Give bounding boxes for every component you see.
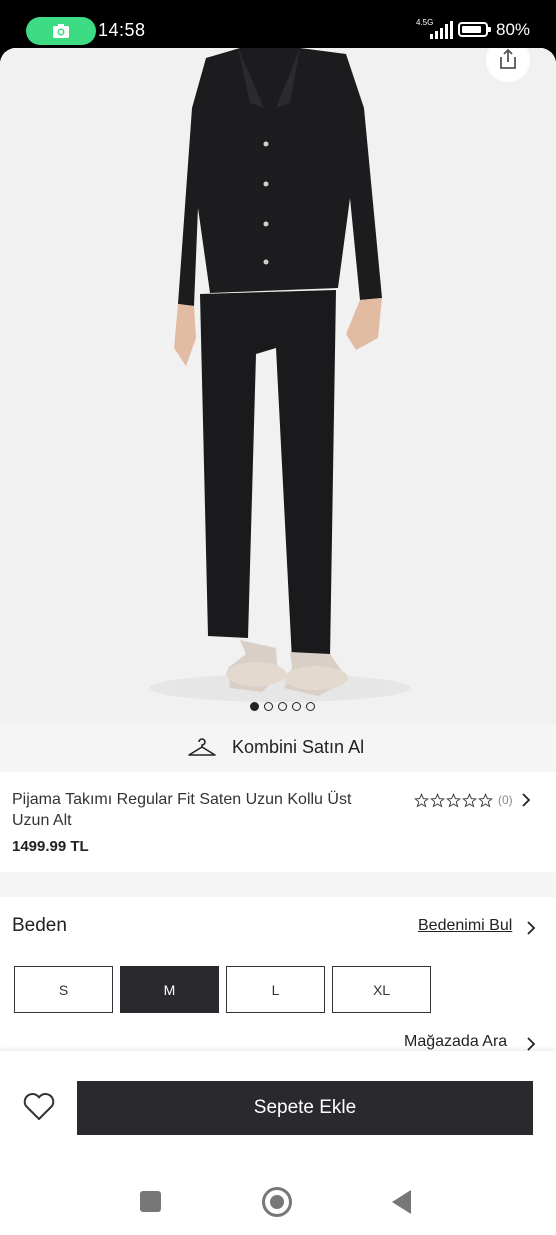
signal-icon: [430, 21, 453, 39]
product-rating[interactable]: (0): [414, 792, 531, 808]
star-icon: [446, 792, 461, 808]
chevron-right-icon: [522, 793, 530, 807]
buy-combo-label: Kombini Satın Al: [232, 737, 365, 757]
add-to-cart-button[interactable]: Sepete Ekle: [77, 1081, 533, 1135]
purchase-bar: Sepete Ekle: [0, 1051, 556, 1151]
gallery-dot[interactable]: [278, 702, 287, 711]
chevron-right-icon: [527, 921, 536, 935]
store-search-link[interactable]: Mağazada Ara: [404, 1033, 507, 1051]
gallery-dot[interactable]: [250, 702, 259, 711]
size-option-m[interactable]: M: [120, 966, 219, 1013]
size-selection-card: Beden Bedenimi Bul S M L XL Mağazada Ara: [0, 897, 556, 1057]
heart-icon: [23, 1093, 55, 1120]
product-price: 1499.99 TL: [12, 838, 89, 855]
size-option-s[interactable]: S: [14, 966, 113, 1013]
product-image: [0, 48, 556, 723]
size-option-l[interactable]: L: [226, 966, 325, 1013]
size-heading: Beden: [12, 915, 67, 936]
buy-combo-button[interactable]: Kombini Satın Al: [0, 723, 556, 773]
gallery-pagination: [250, 702, 315, 714]
recent-apps-button[interactable]: [140, 1191, 161, 1212]
system-navigation-bar: [0, 1151, 556, 1235]
status-time: 14:58: [98, 20, 146, 40]
find-my-size-link[interactable]: Bedenimi Bul: [418, 917, 512, 935]
hanger-icon: [188, 738, 216, 756]
gallery-dot[interactable]: [264, 702, 273, 711]
product-detail-screen: Kombini Satın Al Pijama Takımı Regular F…: [0, 48, 556, 1235]
product-image-gallery[interactable]: [0, 48, 556, 723]
status-bar: 14:58 4.5G 80%: [0, 0, 556, 48]
camera-icon: [53, 24, 69, 38]
star-icon: [478, 792, 493, 808]
star-icon: [430, 792, 445, 808]
battery-percent: 80%: [496, 20, 531, 39]
rating-stars: [414, 792, 493, 808]
size-option-xl[interactable]: XL: [332, 966, 431, 1013]
share-icon: [500, 48, 516, 69]
screen-recording-pill[interactable]: [26, 17, 96, 45]
review-count: (0): [498, 793, 513, 807]
chevron-right-icon: [527, 1037, 536, 1051]
back-button[interactable]: [392, 1190, 411, 1214]
gallery-dot[interactable]: [292, 702, 301, 711]
star-icon: [462, 792, 477, 808]
home-button[interactable]: [262, 1187, 292, 1217]
battery-icon: [458, 22, 491, 37]
product-title: Pijama Takımı Regular Fit Saten Uzun Kol…: [12, 791, 352, 829]
star-icon: [414, 792, 429, 808]
product-info-card: Pijama Takımı Regular Fit Saten Uzun Kol…: [0, 772, 556, 872]
gallery-dot[interactable]: [306, 702, 315, 711]
favorite-button[interactable]: [22, 1092, 56, 1127]
size-options: S M L XL: [14, 966, 431, 1013]
